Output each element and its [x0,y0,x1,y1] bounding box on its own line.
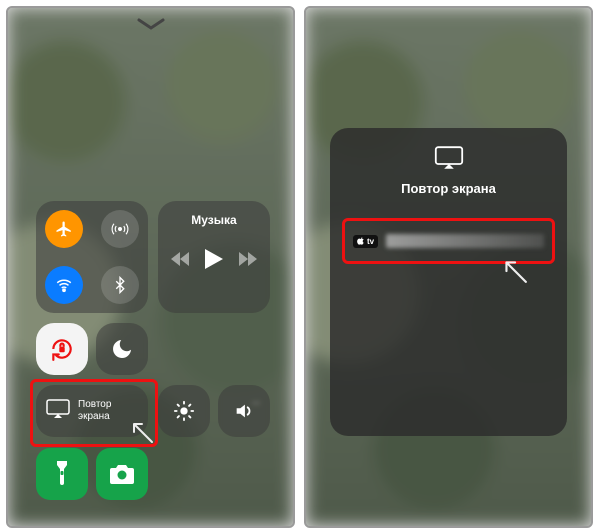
chevron-down-icon [137,18,165,37]
do-not-disturb-toggle[interactable] [96,323,148,375]
bluetooth-toggle[interactable] [101,266,139,304]
screen-mirroring-icon [330,146,567,175]
callout-arrow-icon [128,418,154,449]
connectivity-tile[interactable] [36,201,148,313]
music-tile[interactable]: Музыка [158,201,270,313]
control-center-screenshot: Музыка Повтор экрана [6,6,295,528]
panel-title: Повтор экрана [330,181,567,196]
prev-track-icon[interactable] [171,252,189,271]
callout-arrow-icon [500,256,528,289]
volume-slider[interactable] [218,385,270,437]
camera-button[interactable] [96,448,148,500]
play-icon[interactable] [205,249,223,274]
orientation-lock-toggle[interactable] [36,323,88,375]
wifi-toggle[interactable] [45,266,83,304]
music-label: Музыка [158,213,270,227]
brightness-slider[interactable] [158,385,210,437]
airplane-mode-toggle[interactable] [45,210,83,248]
screen-mirroring-icon [46,399,70,424]
screen-mirroring-panel-screenshot: Повтор экрана tv [304,6,593,528]
next-track-icon[interactable] [239,252,257,271]
cellular-data-toggle[interactable] [101,210,139,248]
device-name-redacted [386,234,544,248]
flashlight-button[interactable] [36,448,88,500]
screen-mirroring-panel: Повтор экрана tv [330,128,567,436]
apple-tv-icon: tv [353,235,378,248]
